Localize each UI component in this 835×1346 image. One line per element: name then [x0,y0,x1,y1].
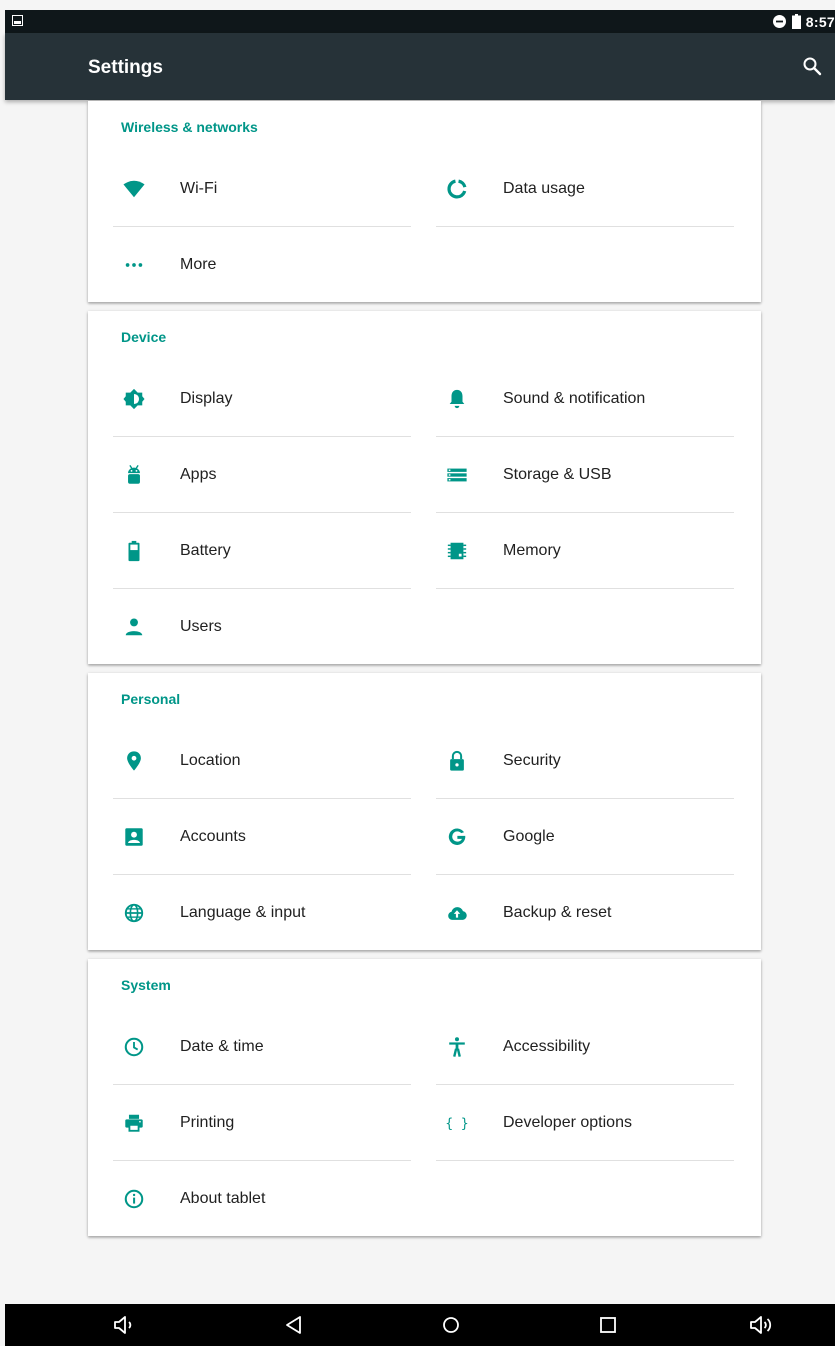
battery-icon [123,540,145,562]
image-icon [12,15,23,26]
printer-icon [123,1112,145,1134]
svg-text:{ }: { } [446,1117,468,1132]
setting-label: Developer options [503,1114,632,1131]
braces-icon: { } [446,1112,468,1134]
google-icon [446,826,468,848]
setting-sound-notification[interactable]: Sound & notification [436,361,734,437]
section-title: Device [121,329,167,345]
section-title: Personal [121,691,181,707]
clock: 8:57 [805,13,835,30]
bell-icon [446,388,468,410]
setting-battery[interactable]: Battery [113,513,411,589]
setting-label: Users [180,618,222,635]
section-personal: Personal Location Security Accounts Goog… [88,673,761,950]
setting-google[interactable]: Google [436,799,734,875]
setting-label: Date & time [180,1038,264,1055]
setting-label: Accounts [180,828,246,845]
divider [436,588,734,589]
app-bar: Settings [5,33,835,100]
setting-label: Printing [180,1114,235,1131]
accessibility-icon [446,1036,468,1058]
setting-label: Data usage [503,180,585,197]
setting-label: Location [180,752,241,769]
data-usage-icon [446,178,468,200]
setting-label: Sound & notification [503,390,646,407]
setting-accessibility[interactable]: Accessibility [436,1009,734,1085]
search-icon[interactable] [802,56,822,76]
setting-date-time[interactable]: Date & time [113,1009,411,1085]
volume-down-icon[interactable] [112,1313,138,1337]
divider [436,1160,734,1161]
section-title: Wireless & networks [121,119,258,135]
globe-icon [123,902,145,924]
navigation-bar [5,1304,835,1346]
storage-icon [446,464,468,486]
setting-label: Backup & reset [503,904,612,921]
page-title: Settings [88,57,163,78]
setting-apps[interactable]: Apps [113,437,411,513]
location-icon [123,750,145,772]
volume-up-icon[interactable] [749,1313,775,1337]
setting-printing[interactable]: Printing [113,1085,411,1161]
display-icon [123,388,145,410]
section-title: System [121,977,171,993]
section-device: Device Display Sound & notification Apps… [88,311,761,664]
setting-label: Apps [180,466,217,483]
setting-label: Battery [180,542,231,559]
clock-icon [123,1036,145,1058]
setting-backup-reset[interactable]: Backup & reset [436,875,734,951]
setting-data-usage[interactable]: Data usage [436,151,734,227]
battery-icon [791,14,801,29]
setting-label: Wi-Fi [180,180,218,197]
user-icon [123,616,145,638]
account-icon [123,826,145,848]
setting-about-tablet[interactable]: About tablet [113,1161,411,1237]
setting-developer-options[interactable]: { } Developer options [436,1085,734,1161]
setting-label: Google [503,828,555,845]
setting-label: Display [180,390,233,407]
wifi-icon [123,178,145,200]
back-icon[interactable] [281,1313,307,1337]
setting-display[interactable]: Display [113,361,411,437]
setting-label: More [180,256,217,273]
setting-label: Language & input [180,904,306,921]
section-wireless-networks: Wireless & networks Wi-Fi Data usage Mor… [88,101,761,302]
recents-icon[interactable] [595,1313,621,1337]
setting-memory[interactable]: Memory [436,513,734,589]
divider [436,226,734,227]
setting-location[interactable]: Location [113,723,411,799]
setting-label: Security [503,752,561,769]
setting-accounts[interactable]: Accounts [113,799,411,875]
memory-icon [446,540,468,562]
section-system: System Date & time Accessibility Printin… [88,959,761,1236]
home-icon[interactable] [438,1313,464,1337]
setting-label: Accessibility [503,1038,591,1055]
setting-label: About tablet [180,1190,266,1207]
setting-wifi[interactable]: Wi-Fi [113,151,411,227]
setting-storage-usb[interactable]: Storage & USB [436,437,734,513]
do-not-disturb-icon [772,15,786,28]
info-icon [123,1188,145,1210]
setting-label: Memory [503,542,561,559]
setting-more[interactable]: More [113,227,411,303]
setting-security[interactable]: Security [436,723,734,799]
android-icon [123,464,145,486]
setting-label: Storage & USB [503,466,612,483]
setting-users[interactable]: Users [113,589,411,665]
cloud-upload-icon [446,902,468,924]
setting-language-input[interactable]: Language & input [113,875,411,951]
status-icons: 8:57 [772,10,835,33]
lock-icon [446,750,468,772]
more-icon [123,254,145,276]
status-bar: 8:57 [5,10,835,33]
